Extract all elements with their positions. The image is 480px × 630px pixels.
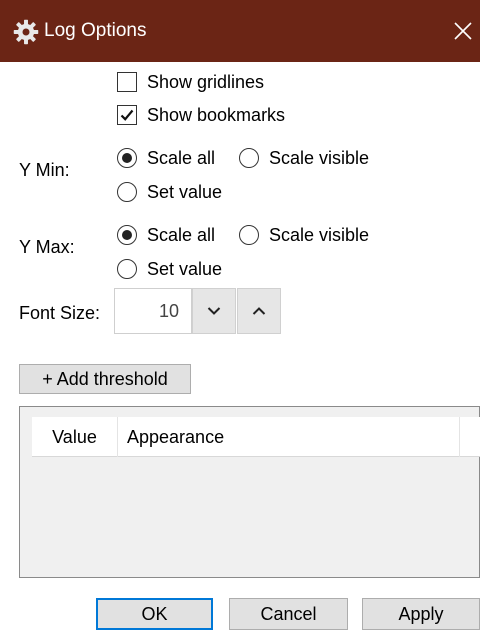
column-header-value[interactable]: Value [32,417,118,457]
close-icon[interactable] [446,14,480,48]
add-threshold-button[interactable]: + Add threshold [19,364,191,394]
ok-button[interactable]: OK [96,598,213,630]
y-max-scale-visible-label: Scale visible [269,225,370,245]
font-size-increase-button[interactable] [237,288,281,334]
font-size-label: Font Size: [19,303,101,323]
y-max-set-value-option[interactable]: Set value [117,258,222,280]
title-bar: Log Options [0,0,480,62]
y-min-scale-all-option[interactable]: Scale all [117,147,215,169]
chevron-down-icon [207,307,221,315]
y-min-set-value-option[interactable]: Set value [117,181,222,203]
column-header-appearance[interactable]: Appearance [118,417,460,457]
font-size-input[interactable]: 10 [114,288,192,334]
checkmark-icon [120,109,134,121]
y-min-set-value-label: Set value [147,182,223,202]
y-min-scale-all-label: Scale all [147,148,216,168]
font-size-decrease-button[interactable] [192,288,236,334]
y-max-label: Y Max: [19,237,75,257]
y-max-set-value-radio[interactable] [117,259,137,279]
y-max-scale-all-option[interactable]: Scale all [117,224,215,246]
y-min-scale-visible-option[interactable]: Scale visible [239,147,369,169]
column-header-filler [460,417,480,457]
y-min-label: Y Min: [19,160,70,180]
gear-icon [13,19,39,45]
y-min-scale-all-radio[interactable] [117,148,137,168]
y-max-scale-all-label: Scale all [147,225,216,245]
y-max-scale-visible-radio[interactable] [239,225,259,245]
y-max-set-value-label: Set value [147,259,223,279]
apply-button[interactable]: Apply [362,598,480,630]
y-min-scale-visible-label: Scale visible [269,148,370,168]
chevron-up-icon [252,307,266,315]
window-title: Log Options [44,20,147,41]
show-bookmarks-option[interactable]: Show bookmarks [117,104,285,126]
threshold-grid[interactable]: Value Appearance [19,406,480,578]
show-gridlines-checkbox[interactable] [117,72,137,92]
y-max-scale-all-radio[interactable] [117,225,137,245]
show-gridlines-option[interactable]: Show gridlines [117,71,264,93]
y-min-set-value-radio[interactable] [117,182,137,202]
show-bookmarks-label: Show bookmarks [147,105,286,125]
y-max-scale-visible-option[interactable]: Scale visible [239,224,369,246]
show-bookmarks-checkbox[interactable] [117,105,137,125]
cancel-button[interactable]: Cancel [229,598,348,630]
threshold-grid-header: Value Appearance [32,417,480,457]
show-gridlines-label: Show gridlines [147,72,265,92]
y-min-scale-visible-radio[interactable] [239,148,259,168]
